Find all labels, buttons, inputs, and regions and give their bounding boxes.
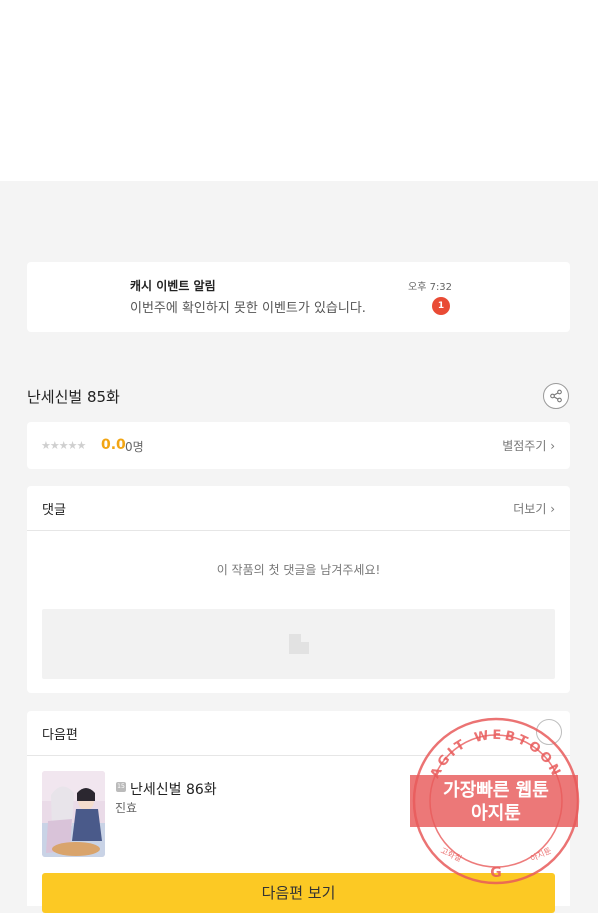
next-episode-author: 진효 (115, 801, 138, 815)
notification-app-name: 캐시 이벤트 알림 (130, 279, 216, 293)
age-rating-badge: 15 (116, 782, 126, 792)
bell-icon[interactable] (536, 719, 562, 745)
notification-card[interactable]: 캐시 이벤트 알림 이번주에 확인하지 못한 이벤트가 있습니다. 오후 7:3… (27, 262, 570, 332)
next-episode-thumbnail[interactable] (42, 771, 105, 857)
top-blank-area (0, 0, 598, 181)
comments-empty-message: 이 작품의 첫 댓글을 남겨주세요! (216, 563, 381, 577)
episode-title: 난세신벌 85화 (27, 388, 120, 406)
comments-header: 댓글 더보기 › (27, 486, 570, 531)
rating-score: 0.0 (101, 437, 126, 453)
rating-count: 0명 (125, 440, 144, 454)
share-button[interactable] (543, 383, 569, 409)
comments-title: 댓글 (42, 503, 66, 518)
next-episode-button[interactable]: 다음편 보기 (42, 873, 555, 913)
comment-placeholder-icon (289, 634, 309, 654)
share-icon (550, 389, 562, 403)
next-episode-section-title: 다음편 (42, 728, 78, 743)
next-episode-header: 다음편 (27, 711, 570, 756)
comments-card: 댓글 더보기 › 이 작품의 첫 댓글을 남겨주세요! (27, 486, 570, 693)
rating-stars: ★★★★★ (41, 439, 86, 452)
notification-time: 오후 7:32 (408, 282, 453, 293)
comment-input-box[interactable] (42, 609, 555, 679)
notification-message: 이번주에 확인하지 못한 이벤트가 있습니다. (130, 301, 366, 316)
next-episode-card: 다음편 15 난세신벌 86화 진효 다음편 보기 (27, 711, 570, 913)
next-episode-title[interactable]: 난세신벌 86화 (130, 779, 217, 799)
comments-more-link[interactable]: 더보기 › (513, 500, 555, 517)
rate-button[interactable]: 별점주기 › (502, 437, 555, 454)
rating-card: ★★★★★ 0.0 0명 별점주기 › (27, 422, 570, 469)
notification-badge: 1 (432, 297, 450, 315)
